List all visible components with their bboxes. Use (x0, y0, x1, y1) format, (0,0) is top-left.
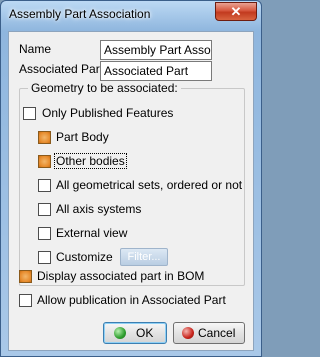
all-axis-systems-checkbox[interactable] (38, 203, 51, 216)
geometry-group-title: Geometry to be associated: (28, 81, 181, 95)
dialog-body: Name Assembly Part Assoc Associated Part… (8, 31, 254, 351)
associated-part-label: Associated Part (19, 62, 104, 76)
allow-publication-checkbox[interactable] (19, 294, 32, 307)
only-published-checkbox[interactable] (23, 107, 36, 120)
cancel-button[interactable]: Cancel (173, 322, 245, 344)
close-icon: ✕ (230, 4, 242, 19)
part-body-label: Part Body (56, 130, 109, 144)
part-body-checkbox[interactable] (38, 131, 51, 144)
ok-icon (114, 327, 126, 339)
other-bodies-checkbox[interactable] (38, 155, 51, 168)
allow-publication-label: Allow publication in Associated Part (37, 293, 226, 307)
window-title: Assembly Part Association (9, 7, 151, 21)
all-geometrical-sets-label: All geometrical sets, ordered or not (56, 178, 243, 192)
external-view-checkbox[interactable] (38, 227, 51, 240)
name-field[interactable]: Assembly Part Assoc (100, 40, 212, 60)
geometry-group: Geometry to be associated: Only Publishe… (19, 81, 245, 286)
all-axis-systems-label: All axis systems (56, 202, 142, 216)
other-bodies-label: Other bodies (54, 153, 127, 169)
cancel-label: Cancel (198, 326, 236, 340)
external-view-label: External view (56, 226, 128, 240)
ok-button[interactable]: OK (103, 322, 167, 344)
display-in-bom-checkbox[interactable] (19, 270, 32, 283)
dialog-window: Assembly Part Association ✕ Name Assembl… (0, 0, 262, 357)
associated-part-field[interactable]: Associated Part (100, 61, 212, 81)
filter-button[interactable]: Filter... (120, 248, 168, 266)
close-button[interactable]: ✕ (215, 2, 257, 21)
all-geometrical-sets-checkbox[interactable] (38, 179, 51, 192)
name-label: Name (19, 42, 52, 56)
customize-label: Customize (56, 250, 113, 264)
ok-label: OK (136, 326, 154, 340)
title-bar[interactable]: Assembly Part Association ✕ (1, 1, 261, 29)
cancel-icon (182, 327, 194, 339)
only-published-label: Only Published Features (42, 106, 174, 120)
customize-checkbox[interactable] (38, 251, 51, 264)
display-in-bom-label: Display associated part in BOM (37, 269, 205, 283)
